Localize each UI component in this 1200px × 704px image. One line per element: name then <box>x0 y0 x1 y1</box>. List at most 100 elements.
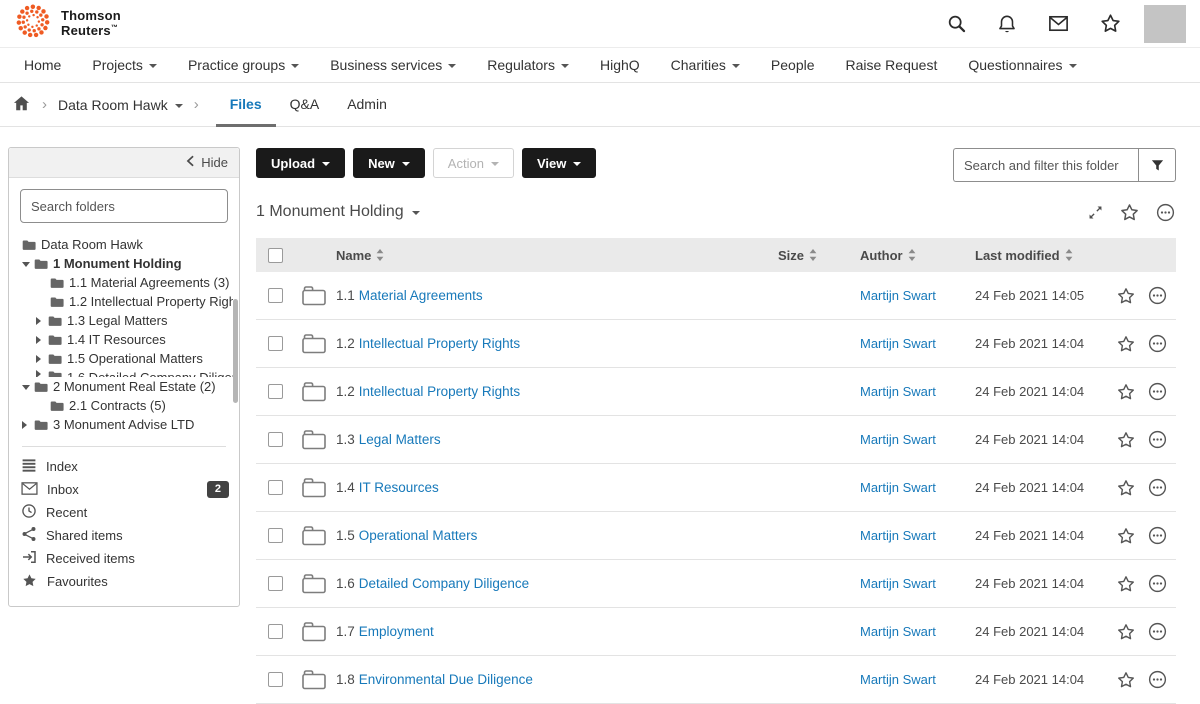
tree-folder-3-monument-advise-ltd[interactable]: 3 Monument Advise LTD <box>22 415 233 434</box>
row-checkbox[interactable] <box>268 528 283 543</box>
more-options-icon[interactable] <box>1147 477 1168 498</box>
row-checkbox[interactable] <box>268 432 283 447</box>
tree-folder-data-room-hawk[interactable]: Data Room Hawk <box>22 235 233 254</box>
tree-folder-1-6-detailed-company-diligence[interactable]: 1.6 Detailed Company Diligence <box>22 368 233 377</box>
favourite-star-icon[interactable] <box>1116 286 1136 306</box>
expand-fullscreen-icon[interactable] <box>1087 204 1104 221</box>
author-link[interactable]: Martijn Swart <box>860 672 975 687</box>
more-options-icon[interactable] <box>1147 429 1168 450</box>
nav-item-practice-groups[interactable]: Practice groups <box>188 57 299 73</box>
tree-folder-1-5-operational-matters[interactable]: 1.5 Operational Matters <box>22 349 233 368</box>
author-link[interactable]: Martijn Swart <box>860 336 975 351</box>
folder-name-link[interactable]: Intellectual Property Rights <box>359 336 520 351</box>
more-options-icon[interactable] <box>1147 621 1168 642</box>
expand-arrow-icon[interactable] <box>36 355 48 363</box>
tree-folder-1-2-intellectual-property-rights[interactable]: 1.2 Intellectual Property Rights <box>22 292 233 311</box>
current-folder-title[interactable]: 1 Monument Holding <box>256 203 420 221</box>
favourite-folder-star-icon[interactable] <box>1119 202 1140 223</box>
author-link[interactable]: Martijn Swart <box>860 432 975 447</box>
breadcrumb-project[interactable]: Data Room Hawk <box>58 97 183 113</box>
more-options-icon[interactable] <box>1147 669 1168 690</box>
folder-name-link[interactable]: Environmental Due Diligence <box>359 672 533 687</box>
expand-arrow-icon[interactable] <box>36 370 48 377</box>
row-checkbox[interactable] <box>268 336 283 351</box>
more-options-icon[interactable] <box>1155 202 1176 223</box>
author-link[interactable]: Martijn Swart <box>860 480 975 495</box>
nav-item-projects[interactable]: Projects <box>92 57 157 73</box>
sidebar-item-favourites[interactable]: Favourites <box>21 570 229 593</box>
author-link[interactable]: Martijn Swart <box>860 528 975 543</box>
favourite-star-icon[interactable] <box>1116 622 1136 642</box>
sidebar-item-shared-items[interactable]: Shared items <box>21 524 229 547</box>
user-avatar[interactable] <box>1144 5 1186 43</box>
folder-name-link[interactable]: Operational Matters <box>359 528 478 543</box>
author-link[interactable]: Martijn Swart <box>860 384 975 399</box>
upload-button[interactable]: Upload <box>256 148 345 178</box>
row-checkbox[interactable] <box>268 672 283 687</box>
tree-folder-1-4-it-resources[interactable]: 1.4 IT Resources <box>22 330 233 349</box>
column-header-size[interactable]: Size <box>778 248 860 263</box>
author-link[interactable]: Martijn Swart <box>860 288 975 303</box>
nav-item-charities[interactable]: Charities <box>671 57 740 73</box>
folder-search-input[interactable] <box>953 148 1138 182</box>
filter-button[interactable] <box>1138 148 1176 182</box>
hide-sidebar-button[interactable]: Hide <box>9 148 239 178</box>
search-folders-input[interactable] <box>20 189 228 223</box>
favourites-star-icon[interactable] <box>1099 12 1122 35</box>
favourite-star-icon[interactable] <box>1116 574 1136 594</box>
tree-folder-2-1-contracts-5[interactable]: 2.1 Contracts (5) <box>22 396 233 415</box>
folder-name-link[interactable]: IT Resources <box>359 480 439 495</box>
sidebar-item-inbox[interactable]: Inbox2 <box>21 478 229 501</box>
expand-arrow-icon[interactable] <box>36 317 48 325</box>
more-options-icon[interactable] <box>1147 285 1168 306</box>
folder-name-link[interactable]: Employment <box>359 624 434 639</box>
column-header-name[interactable]: Name <box>336 248 778 263</box>
folder-name-link[interactable]: Detailed Company Diligence <box>359 576 529 591</box>
tab-files[interactable]: Files <box>216 83 276 127</box>
tree-folder-1-1-material-agreements-3[interactable]: 1.1 Material Agreements (3) <box>22 273 233 292</box>
folder-name-link[interactable]: Intellectual Property Rights <box>359 384 520 399</box>
more-options-icon[interactable] <box>1147 573 1168 594</box>
row-checkbox[interactable] <box>268 576 283 591</box>
collapse-arrow-icon[interactable] <box>22 260 34 267</box>
row-checkbox[interactable] <box>268 384 283 399</box>
sidebar-item-index[interactable]: Index <box>21 455 229 478</box>
tree-scrollbar[interactable] <box>233 299 238 403</box>
favourite-star-icon[interactable] <box>1116 526 1136 546</box>
favourite-star-icon[interactable] <box>1116 430 1136 450</box>
more-options-icon[interactable] <box>1147 333 1168 354</box>
favourite-star-icon[interactable] <box>1116 382 1136 402</box>
column-header-author[interactable]: Author <box>860 248 975 263</box>
tree-folder-1-3-legal-matters[interactable]: 1.3 Legal Matters <box>22 311 233 330</box>
row-checkbox[interactable] <box>268 624 283 639</box>
favourite-star-icon[interactable] <box>1116 670 1136 690</box>
messages-envelope-icon[interactable] <box>1047 12 1070 35</box>
tab-admin[interactable]: Admin <box>333 83 401 127</box>
favourite-star-icon[interactable] <box>1116 478 1136 498</box>
nav-item-regulators[interactable]: Regulators <box>487 57 569 73</box>
sidebar-item-recent[interactable]: Recent <box>21 501 229 524</box>
folder-name-link[interactable]: Material Agreements <box>359 288 483 303</box>
nav-item-people[interactable]: People <box>771 57 815 73</box>
new-button[interactable]: New <box>353 148 425 178</box>
favourite-star-icon[interactable] <box>1116 334 1136 354</box>
tree-folder-2-monument-real-estate-2[interactable]: 2 Monument Real Estate (2) <box>22 377 233 396</box>
more-options-icon[interactable] <box>1147 525 1168 546</box>
row-checkbox[interactable] <box>268 480 283 495</box>
nav-item-highq[interactable]: HighQ <box>600 57 640 73</box>
author-link[interactable]: Martijn Swart <box>860 576 975 591</box>
nav-item-questionnaires[interactable]: Questionnaires <box>968 57 1076 73</box>
tab-q-a[interactable]: Q&A <box>276 83 334 127</box>
view-button[interactable]: View <box>522 148 596 178</box>
row-checkbox[interactable] <box>268 288 283 303</box>
search-icon[interactable] <box>946 13 967 34</box>
thomson-reuters-logo[interactable]: Thomson Reuters™ <box>14 2 121 45</box>
nav-item-business-services[interactable]: Business services <box>330 57 456 73</box>
nav-item-raise-request[interactable]: Raise Request <box>846 57 938 73</box>
nav-item-home[interactable]: Home <box>24 57 61 73</box>
more-options-icon[interactable] <box>1147 381 1168 402</box>
author-link[interactable]: Martijn Swart <box>860 624 975 639</box>
home-icon[interactable] <box>12 94 31 116</box>
expand-arrow-icon[interactable] <box>36 336 48 344</box>
column-header-modified[interactable]: Last modified <box>975 248 1116 263</box>
